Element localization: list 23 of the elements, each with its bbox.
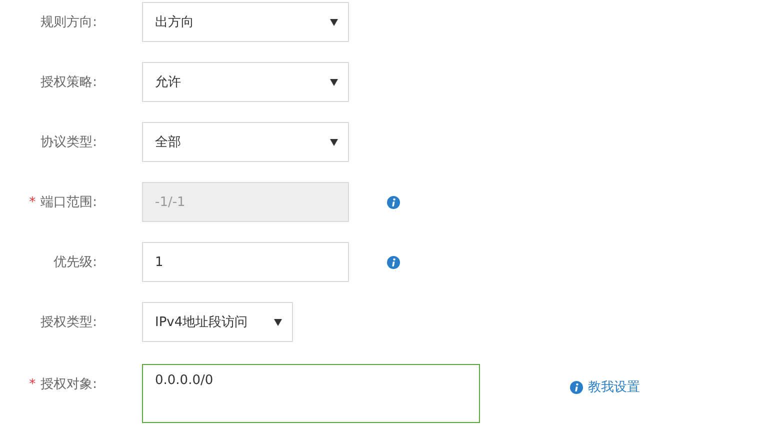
help-link[interactable]: 教我设置 <box>570 378 640 396</box>
field-label: 优先级: <box>54 254 97 271</box>
caret-icon <box>274 318 282 326</box>
caret-icon <box>330 138 338 146</box>
select-field[interactable]: 出方向 <box>142 2 349 42</box>
text-area[interactable]: 0.0.0.0/0 <box>142 364 480 423</box>
caret-icon <box>330 78 338 86</box>
field-label: 协议类型: <box>40 134 97 151</box>
caret-icon <box>330 18 338 26</box>
field-label: 授权策略: <box>40 74 97 91</box>
select-field[interactable]: 全部 <box>142 122 349 162</box>
select-field[interactable]: 允许 <box>142 62 349 102</box>
info-icon <box>387 196 400 208</box>
field-label: 授权对象: <box>40 376 97 393</box>
field-label: 规则方向: <box>40 14 97 31</box>
select-field[interactable]: IPv4地址段访问 <box>142 302 293 342</box>
info-icon <box>387 256 400 268</box>
info-icon <box>570 380 583 394</box>
field-label: 授权类型: <box>40 314 97 331</box>
required-mark: * <box>29 194 36 210</box>
text-field[interactable]: 1 <box>142 242 349 282</box>
field-label: 端口范围: <box>40 194 97 211</box>
required-mark: * <box>29 376 36 392</box>
